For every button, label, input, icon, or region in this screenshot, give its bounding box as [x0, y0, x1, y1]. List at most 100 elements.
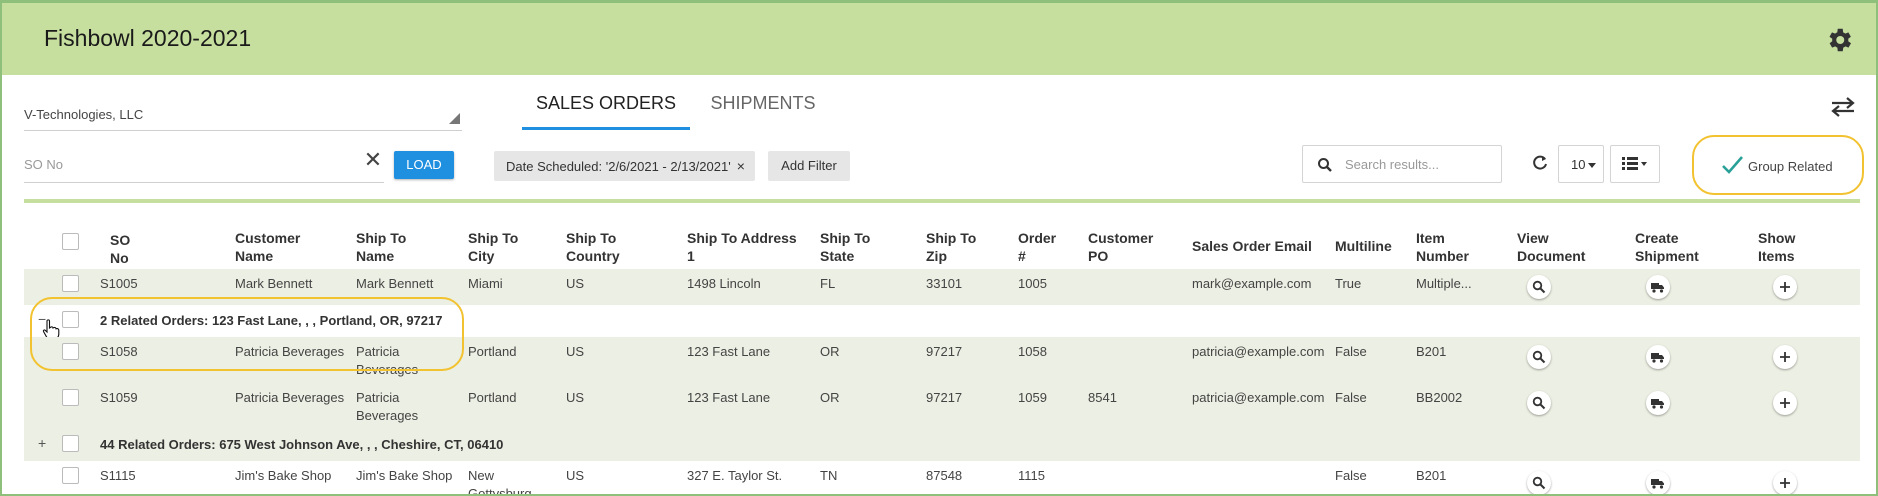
ship-to-city-cell: Miami	[468, 276, 503, 291]
clear-icon[interactable]: ✕	[362, 149, 384, 171]
so-number-input[interactable]: SO No	[24, 149, 384, 183]
ship-to-name-cell: Patricia Beverages	[356, 390, 419, 423]
col-ship-to-city[interactable]: Ship To City	[468, 229, 518, 265]
date-filter-label: Date Scheduled: '2/6/2021 - 2/13/2021'	[506, 159, 731, 174]
row-checkbox[interactable]	[62, 343, 79, 360]
table-row[interactable]: S1115 Jim's Bake Shop Jim's Bake Shop Ne…	[24, 461, 1860, 494]
email-cell: mark@example.com	[1192, 276, 1312, 291]
order-number-cell: 1058	[1018, 344, 1047, 359]
table-row[interactable]: S1058 Patricia Beverages Patricia Beverag…	[24, 337, 1860, 383]
create-shipment-button[interactable]	[1646, 345, 1670, 369]
col-ship-to-address[interactable]: Ship To Address 1	[687, 229, 797, 265]
group-checkbox[interactable]	[62, 435, 79, 452]
multiline-cell: False	[1335, 468, 1367, 483]
create-shipment-button[interactable]	[1646, 391, 1670, 415]
view-document-button[interactable]	[1527, 471, 1551, 494]
search-placeholder: Search results...	[1345, 157, 1439, 172]
email-cell: patricia@example.com	[1192, 344, 1325, 359]
search-input[interactable]: Search results...	[1302, 145, 1502, 183]
col-ship-to-country[interactable]: Ship To Country	[566, 229, 620, 265]
ship-to-state-cell: FL	[820, 276, 836, 291]
col-ship-to-name[interactable]: Ship To Name	[356, 229, 406, 265]
company-select-value: V-Technologies, LLC	[24, 107, 144, 122]
swap-arrows-icon[interactable]	[1828, 95, 1858, 119]
page-size-select[interactable]: 10	[1558, 145, 1604, 183]
multiline-cell: False	[1335, 390, 1367, 405]
col-customer-po[interactable]: Customer PO	[1088, 229, 1153, 265]
group-checkbox[interactable]	[62, 311, 79, 328]
show-items-button[interactable]	[1773, 471, 1797, 494]
col-ship-to-state[interactable]: Ship To State	[820, 229, 870, 265]
group-label: 2 Related Orders: 123 Fast Lane, , , Por…	[100, 313, 443, 328]
create-shipment-button[interactable]	[1646, 471, 1670, 494]
so-number-placeholder: SO No	[24, 157, 64, 172]
col-sales-order-email[interactable]: Sales Order Email	[1192, 237, 1312, 255]
tab-sales-orders[interactable]: SALES ORDERS	[522, 91, 690, 129]
ship-to-country-cell: US	[566, 276, 585, 291]
ship-to-address-cell: 327 E. Taylor St.	[687, 468, 783, 483]
refresh-icon[interactable]	[1530, 153, 1550, 173]
ship-to-address-cell: 123 Fast Lane	[687, 344, 771, 359]
multiline-cell: True	[1335, 276, 1362, 291]
plus-icon	[1780, 352, 1790, 362]
row-checkbox[interactable]	[62, 275, 79, 292]
item-number-cell: B201	[1416, 468, 1447, 483]
row-checkbox[interactable]	[62, 467, 79, 484]
select-all-checkbox[interactable]	[62, 233, 79, 250]
ship-to-city-cell: Portland	[468, 344, 517, 359]
order-number-cell: 1005	[1018, 276, 1047, 291]
row-checkbox[interactable]	[62, 389, 79, 406]
table-row[interactable]: S1005 Mark Bennett Mark Bennett Miami US…	[24, 269, 1860, 305]
col-customer-name[interactable]: Customer Name	[235, 229, 300, 265]
show-items-button[interactable]	[1773, 275, 1797, 299]
company-select[interactable]: V-Technologies, LLC	[24, 103, 462, 131]
col-show-items[interactable]: Show Items	[1758, 229, 1795, 265]
create-shipment-button[interactable]	[1646, 275, 1670, 299]
load-button[interactable]: LOAD	[394, 151, 454, 179]
gear-icon[interactable]	[1824, 25, 1854, 55]
group-related-toggle[interactable]: Group Related	[1692, 135, 1864, 195]
so-no-cell: S1059	[100, 390, 138, 405]
customer-name-cell: Jim's Bake Shop	[235, 468, 332, 483]
view-mode-select[interactable]	[1610, 145, 1660, 183]
remove-filter-icon[interactable]: ×	[737, 158, 745, 174]
magnifier-icon	[1532, 396, 1546, 410]
col-item-number[interactable]: Item Number	[1416, 229, 1469, 265]
col-view-document[interactable]: View Document	[1517, 229, 1585, 265]
truck-icon	[1651, 353, 1664, 363]
col-multiline[interactable]: Multiline	[1335, 237, 1392, 255]
view-document-button[interactable]	[1527, 391, 1551, 415]
tab-shipments[interactable]: SHIPMENTS	[702, 91, 824, 129]
plus-icon	[1780, 478, 1790, 488]
show-items-button[interactable]	[1773, 391, 1797, 415]
show-items-button[interactable]	[1773, 345, 1797, 369]
app-title: Fishbowl 2020-2021	[44, 25, 252, 51]
ship-to-country-cell: US	[566, 390, 585, 405]
search-icon	[1318, 158, 1332, 172]
expand-group-toggle[interactable]: +	[38, 435, 46, 451]
app-window: Fishbowl 2020-2021 V-Technologies, LLC S…	[0, 0, 1878, 496]
item-number-cell: B201	[1416, 344, 1447, 359]
col-order-number[interactable]: Order #	[1018, 229, 1056, 265]
related-group-row[interactable]: + 44 Related Orders: 675 West Johnson Av…	[24, 429, 1860, 461]
date-filter-chip[interactable]: Date Scheduled: '2/6/2021 - 2/13/2021' ×	[494, 151, 755, 181]
table-row[interactable]: S1059 Patricia Beverages Patricia Beverag…	[24, 383, 1860, 429]
view-document-button[interactable]	[1527, 275, 1551, 299]
view-document-button[interactable]	[1527, 345, 1551, 369]
related-group-row[interactable]: − 2 Related Orders: 123 Fast Lane, , , P…	[24, 305, 1860, 341]
truck-icon	[1651, 283, 1664, 293]
item-number-cell: BB2002	[1416, 390, 1463, 405]
ship-to-name-cell: Patricia Beverages	[356, 344, 419, 377]
add-filter-button[interactable]: Add Filter	[768, 151, 850, 181]
group-related-label: Group Related	[1748, 159, 1833, 174]
customer-po-cell: 8541	[1088, 390, 1117, 405]
ship-to-address-cell: 123 Fast Lane	[687, 390, 771, 405]
col-ship-to-zip[interactable]: Ship To Zip	[926, 229, 976, 265]
truck-icon	[1651, 399, 1664, 409]
plus-icon	[1780, 398, 1790, 408]
col-so-no[interactable]: SO No	[110, 231, 130, 267]
active-tab-indicator	[522, 127, 690, 130]
page-size-value: 10	[1571, 157, 1586, 172]
col-create-shipment[interactable]: Create Shipment	[1635, 229, 1699, 265]
order-number-cell: 1115	[1018, 468, 1045, 483]
